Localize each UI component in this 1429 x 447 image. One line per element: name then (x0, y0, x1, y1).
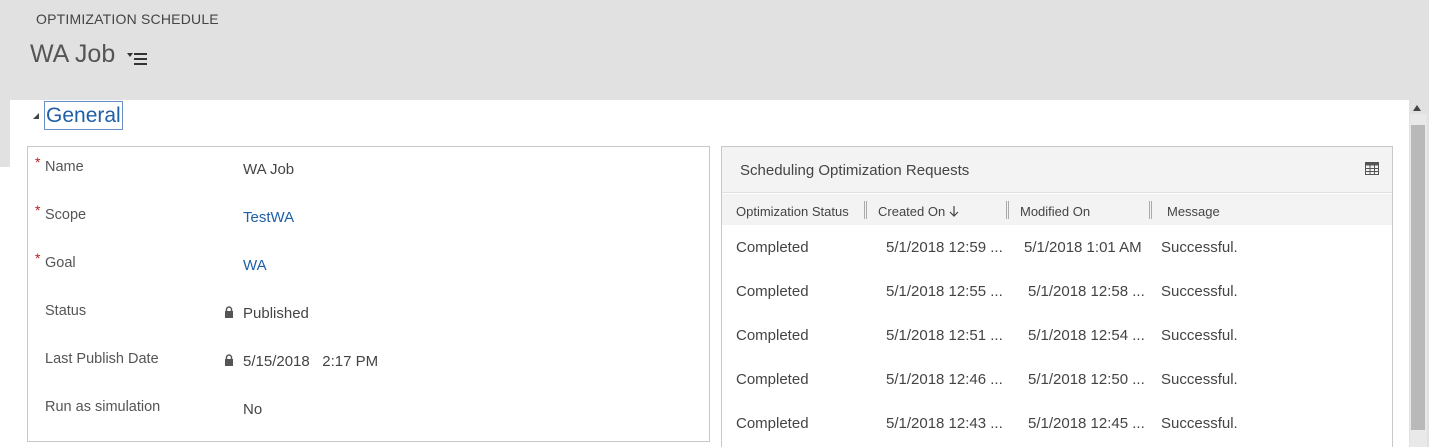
cell-optimization-status: Completed (736, 283, 809, 300)
lock-icon (225, 354, 233, 366)
scroll-up-arrow-icon[interactable] (1412, 104, 1422, 112)
table-row[interactable]: Completed 5/1/2018 12:43 ... 5/1/2018 12… (722, 415, 1392, 447)
field-label-name: Name (45, 159, 84, 175)
column-header-optimization-status[interactable]: Optimization Status (736, 204, 849, 219)
section-title-general[interactable]: General (44, 101, 123, 130)
form-row-scope: * Scope TestWA (28, 202, 711, 247)
column-header-modified-on[interactable]: Modified On (1020, 204, 1090, 219)
field-value-goal-link[interactable]: WA (243, 257, 267, 274)
form-row-last-publish-date: Last Publish Date 5/15/2018 2:17 PM (28, 351, 711, 391)
subgrid-title: Scheduling Optimization Requests (740, 162, 970, 179)
column-resize-handle[interactable] (864, 201, 867, 219)
cell-optimization-status: Completed (736, 371, 809, 388)
required-asterisk: * (35, 154, 41, 170)
cell-message: Successful. (1161, 327, 1238, 344)
cell-modified-on: 5/1/2018 1:01 AM (1024, 239, 1142, 256)
field-label-status: Status (45, 303, 87, 319)
field-label-run-as-simulation: Run as simulation (45, 399, 161, 415)
field-label-goal: Goal (45, 255, 76, 271)
field-value-last-publish-date: 5/15/2018 2:17 PM (243, 353, 379, 370)
optimization-requests-subgrid: Scheduling Optimization Requests Optimiz… (721, 146, 1393, 447)
cell-optimization-status: Completed (736, 415, 809, 432)
cell-message: Successful. (1161, 415, 1238, 432)
general-form: * Name WA Job * Scope TestWA * Goal WA S… (27, 146, 710, 442)
form-row-goal: * Goal WA (28, 250, 711, 295)
entity-type-label: OPTIMIZATION SCHEDULE (36, 11, 219, 27)
required-asterisk: * (35, 250, 41, 266)
form-row-status: Status Published (28, 303, 711, 343)
cell-modified-on: 5/1/2018 12:50 ... (1028, 371, 1145, 388)
field-label-scope: Scope (45, 207, 87, 223)
cell-message: Successful. (1161, 371, 1238, 388)
cell-optimization-status: Completed (736, 327, 809, 344)
table-row[interactable]: Completed 5/1/2018 12:46 ... 5/1/2018 12… (722, 371, 1392, 415)
list-menu-icon[interactable] (127, 52, 147, 66)
collapse-triangle-icon[interactable] (32, 112, 40, 120)
sort-down-arrow-icon (949, 206, 959, 217)
cell-message: Successful. (1161, 239, 1238, 256)
left-gutter (0, 100, 10, 167)
cell-modified-on: 5/1/2018 12:58 ... (1028, 283, 1145, 300)
lock-icon (225, 306, 233, 318)
record-title: WA Job (30, 40, 116, 68)
column-header-message[interactable]: Message (1167, 204, 1220, 219)
field-value-run-as-simulation[interactable]: No (243, 401, 262, 418)
column-resize-handle[interactable] (1006, 201, 1009, 219)
cell-created-on: 5/1/2018 12:43 ... (886, 415, 1003, 432)
field-value-status: Published (243, 305, 309, 322)
cell-modified-on: 5/1/2018 12:45 ... (1028, 415, 1145, 432)
subgrid-column-headers: Optimization Status Created On Modified … (722, 194, 1392, 225)
subgrid-header: Scheduling Optimization Requests (722, 147, 1392, 193)
field-value-scope-link[interactable]: TestWA (243, 209, 294, 226)
cell-message: Successful. (1161, 283, 1238, 300)
column-header-created-on-label: Created On (878, 204, 946, 219)
field-value-name[interactable]: WA Job (243, 161, 294, 178)
required-asterisk: * (35, 202, 41, 218)
table-row[interactable]: Completed 5/1/2018 12:55 ... 5/1/2018 12… (722, 283, 1392, 327)
cell-created-on: 5/1/2018 12:51 ... (886, 327, 1003, 344)
cell-created-on: 5/1/2018 12:55 ... (886, 283, 1003, 300)
scrollbar-thumb[interactable] (1411, 125, 1425, 430)
field-label-last-publish-date: Last Publish Date (45, 351, 159, 367)
grid-view-icon[interactable] (1365, 162, 1379, 175)
form-row-run-as-simulation: Run as simulation No (28, 399, 711, 439)
column-resize-handle[interactable] (1149, 201, 1152, 219)
cell-created-on: 5/1/2018 12:59 ... (886, 239, 1003, 256)
table-row[interactable]: Completed 5/1/2018 12:59 ... 5/1/2018 1:… (722, 239, 1392, 283)
page-header: OPTIMIZATION SCHEDULE WA Job (0, 0, 1429, 100)
cell-modified-on: 5/1/2018 12:54 ... (1028, 327, 1145, 344)
form-row-name: * Name WA Job (28, 154, 711, 199)
cell-created-on: 5/1/2018 12:46 ... (886, 371, 1003, 388)
cell-optimization-status: Completed (736, 239, 809, 256)
table-row[interactable]: Completed 5/1/2018 12:51 ... 5/1/2018 12… (722, 327, 1392, 371)
column-header-created-on[interactable]: Created On (878, 204, 959, 219)
